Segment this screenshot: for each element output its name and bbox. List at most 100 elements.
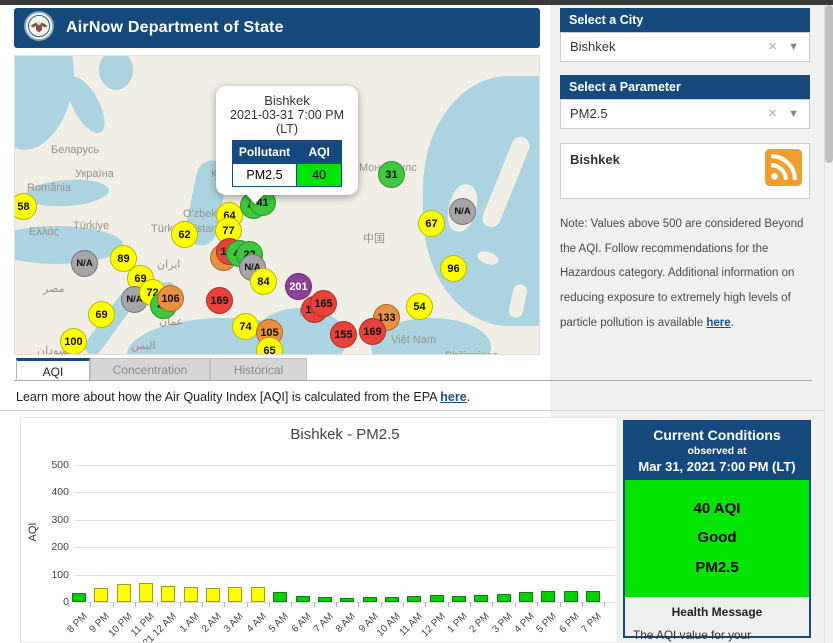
map-place-label: مصر: [43, 282, 65, 295]
aqi-bar[interactable]: [541, 591, 555, 602]
aqi-marker[interactable]: 100: [60, 328, 87, 355]
aqi-marker[interactable]: 169: [359, 318, 386, 345]
aqi-bar[interactable]: [586, 591, 600, 602]
popup-timezone: (LT): [222, 122, 352, 136]
x-axis-tick: [202, 602, 203, 607]
note-here-link[interactable]: here: [706, 317, 730, 329]
scrollbar-thumb[interactable]: [825, 5, 833, 163]
city-select[interactable]: Bishkek × ▼: [560, 32, 810, 62]
parameter-select[interactable]: PM2.5 × ▼: [560, 99, 810, 129]
map-place-label: اليمن: [131, 339, 155, 352]
chart-gridline: [75, 547, 615, 548]
x-axis-tick-label: 8 PM: [65, 611, 89, 635]
map-place-label: ايران: [157, 258, 180, 271]
aqi-bar[interactable]: [363, 597, 377, 602]
x-axis-tick: [135, 602, 136, 607]
aqi-bar[interactable]: [161, 586, 175, 602]
aqi-pollutant: PM2.5: [625, 553, 809, 582]
health-message: Health Message The AQI value for your co…: [625, 597, 809, 643]
aqi-bar[interactable]: [296, 596, 310, 602]
map-place-label: Việt Nam: [391, 334, 436, 346]
aqi-marker[interactable]: 96: [440, 255, 467, 282]
chevron-down-icon[interactable]: ▼: [788, 100, 799, 128]
x-axis-tick: [269, 602, 270, 607]
health-message-body: The AQI value for your community is betw…: [633, 625, 801, 643]
aqi-bar[interactable]: [407, 596, 421, 602]
x-axis-tick: [470, 602, 471, 607]
aqi-marker[interactable]: 69: [88, 301, 115, 328]
x-axis-tick: [247, 602, 248, 607]
page-title: AirNow Department of State: [66, 19, 284, 37]
note-suffix: .: [731, 317, 734, 329]
aqi-marker[interactable]: 169: [206, 287, 233, 314]
y-axis-tick-label: 300: [29, 514, 69, 526]
x-axis-tick: [582, 602, 583, 607]
x-axis-tick-label: 1 AM: [178, 611, 202, 635]
aqi-marker[interactable]: 165: [310, 290, 337, 317]
aqi-bar[interactable]: [273, 592, 287, 602]
aqi-bar[interactable]: [117, 584, 131, 602]
app-header: AirNow Department of State: [14, 8, 540, 48]
aqi-marker[interactable]: 84: [250, 268, 277, 295]
chevron-down-icon[interactable]: ▼: [788, 33, 799, 61]
aqi-marker[interactable]: 201: [285, 273, 312, 300]
tab-concentration[interactable]: Concentration: [90, 358, 210, 380]
rss-icon[interactable]: [765, 149, 802, 191]
aqi-marker[interactable]: 54: [406, 293, 433, 320]
clear-city-icon[interactable]: ×: [768, 33, 777, 61]
aqi-bar[interactable]: [452, 596, 466, 602]
aqi-summary: 40 AQI Good PM2.5: [625, 480, 809, 597]
state-department-seal-icon: [24, 11, 54, 46]
tab-aqi[interactable]: AQI: [16, 358, 90, 380]
x-axis-tick-label: 10 PM: [106, 611, 134, 639]
aqi-bar[interactable]: [72, 593, 86, 602]
aqi-marker[interactable]: N/A: [71, 250, 98, 277]
aqi-marker[interactable]: 106: [157, 285, 184, 312]
aqi-bar[interactable]: [519, 592, 533, 602]
x-axis-tick-label: 7 AM: [312, 611, 336, 635]
aqi-bar[interactable]: [228, 587, 242, 602]
air-quality-map[interactable]: БеларусьУкраїнаҚазақстанRomâniaΕλλάςTürk…: [14, 55, 540, 355]
popup-city: Bishkek: [222, 93, 352, 108]
clear-parameter-icon[interactable]: ×: [768, 100, 777, 128]
popup-aqi-value: 40: [297, 164, 342, 187]
aqi-marker[interactable]: 62: [171, 221, 198, 248]
x-axis-tick: [515, 602, 516, 607]
aqi-marker[interactable]: 31: [378, 161, 405, 188]
aqi-bar[interactable]: [474, 595, 488, 602]
tab-historical[interactable]: Historical: [210, 358, 307, 380]
x-axis-tick: [604, 602, 605, 607]
aqi-bar[interactable]: [251, 587, 265, 602]
map-place-label: Philippines: [445, 350, 498, 355]
aqi-marker[interactable]: 58: [14, 193, 37, 220]
rss-feed-box: Bishkek: [560, 143, 810, 199]
aqi-bar[interactable]: [564, 591, 578, 602]
x-axis-tick-label: 10 AM: [375, 611, 403, 639]
epa-here-link[interactable]: here: [440, 390, 466, 404]
aqi-bar[interactable]: [430, 595, 444, 602]
page-scrollbar[interactable]: [824, 5, 833, 643]
city-select-value: Bishkek: [570, 39, 616, 54]
aqi-marker[interactable]: 155: [330, 321, 357, 348]
aqi-bar[interactable]: [318, 597, 332, 602]
x-axis-tick-label: 7 PM: [580, 611, 604, 635]
aqi-bar[interactable]: [497, 594, 511, 602]
x-axis-tick-label: 3 AM: [222, 611, 246, 635]
x-axis-tick-label: 1 PM: [445, 611, 469, 635]
aqi-marker[interactable]: 67: [418, 210, 445, 237]
x-axis-tick: [113, 602, 114, 607]
aqi-bar[interactable]: [184, 587, 198, 602]
aqi-bar[interactable]: [94, 588, 108, 602]
x-axis-tick: [448, 602, 449, 607]
map-place-label: Ελλάς: [29, 226, 59, 238]
aqi-bar[interactable]: [206, 588, 220, 602]
aqi-bar[interactable]: [385, 597, 399, 602]
learn-more-text: Learn more about how the Air Quality Ind…: [16, 390, 470, 404]
aqi-marker[interactable]: 74: [232, 313, 259, 340]
x-axis-tick: [90, 602, 91, 607]
aqi-marker[interactable]: N/A: [449, 198, 476, 225]
note-text: Note: Values above 500 are considered Be…: [560, 218, 803, 329]
aqi-bar[interactable]: [340, 598, 354, 602]
aqi-bar[interactable]: [139, 583, 153, 602]
popup-pollutant-value: PM2.5: [232, 164, 296, 187]
